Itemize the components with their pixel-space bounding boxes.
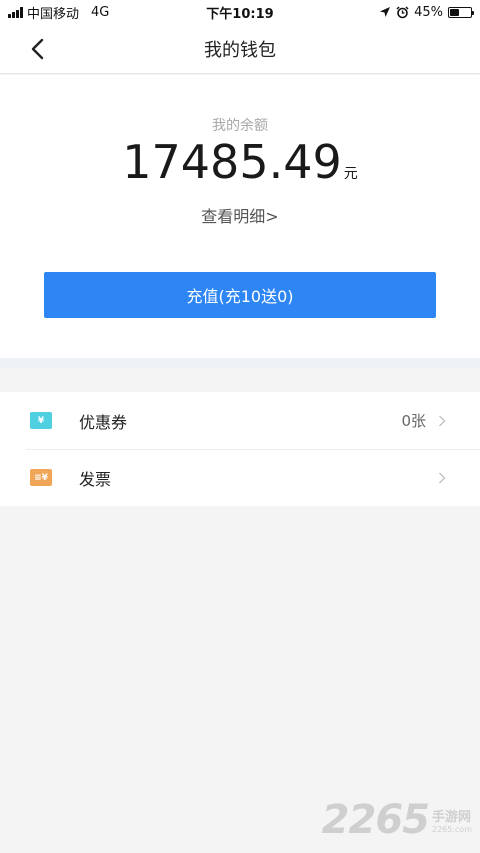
balance-section: 我的余额 17485.49 元 查看明细> 充值(充10送0) <box>0 75 480 358</box>
balance-amount-row: 17485.49 元 <box>0 135 480 189</box>
battery-percent: 45% <box>414 4 443 20</box>
view-details-link[interactable]: 查看明细> <box>0 203 480 227</box>
location-icon <box>380 7 391 17</box>
battery-icon <box>448 6 474 18</box>
signal-icon <box>8 6 23 18</box>
watermark-site-url: 2265.com <box>432 825 472 834</box>
page-title: 我的钱包 <box>204 39 276 61</box>
list-item-invoice[interactable]: ≡¥ 发票 <box>0 449 480 506</box>
wallet-options-list: ¥ 优惠券 0张 ≡¥ 发票 <box>0 392 480 506</box>
coupon-icon: ¥ <box>30 412 52 429</box>
alarm-icon <box>396 5 409 18</box>
chevron-right-icon <box>439 472 446 483</box>
balance-label: 我的余额 <box>212 118 268 134</box>
watermark-site: 手游网 2265.com <box>432 806 472 834</box>
back-button[interactable] <box>22 36 52 62</box>
status-bar: 中国移动 4G 下午10:19 45% <box>0 0 480 24</box>
carrier-label: 中国移动 <box>27 6 80 22</box>
balance-amount: 17485.49 <box>122 135 342 189</box>
balance-unit: 元 <box>343 166 358 182</box>
list-item-label: 发票 <box>79 469 112 489</box>
section-divider <box>0 358 480 368</box>
coupon-count: 0张 <box>401 412 426 430</box>
list-item-coupons[interactable]: ¥ 优惠券 0张 <box>0 392 480 449</box>
nav-bar: 我的钱包 <box>0 24 480 74</box>
battery-fill <box>450 8 459 16</box>
chevron-left-icon <box>31 38 44 60</box>
watermark-site-name: 手游网 <box>432 810 472 825</box>
recharge-button[interactable]: 充值(充10送0) <box>44 272 436 318</box>
watermark-logo: 2265 手游网 2265.com <box>322 797 472 843</box>
invoice-icon: ≡¥ <box>30 469 52 486</box>
watermark-number: 2265 <box>321 797 430 843</box>
chevron-right-icon <box>439 415 446 426</box>
status-right: 45% <box>379 4 474 20</box>
status-left: 中国移动 4G <box>8 3 379 22</box>
network-label: 4G <box>91 4 110 20</box>
list-item-label: 优惠券 <box>79 412 128 432</box>
